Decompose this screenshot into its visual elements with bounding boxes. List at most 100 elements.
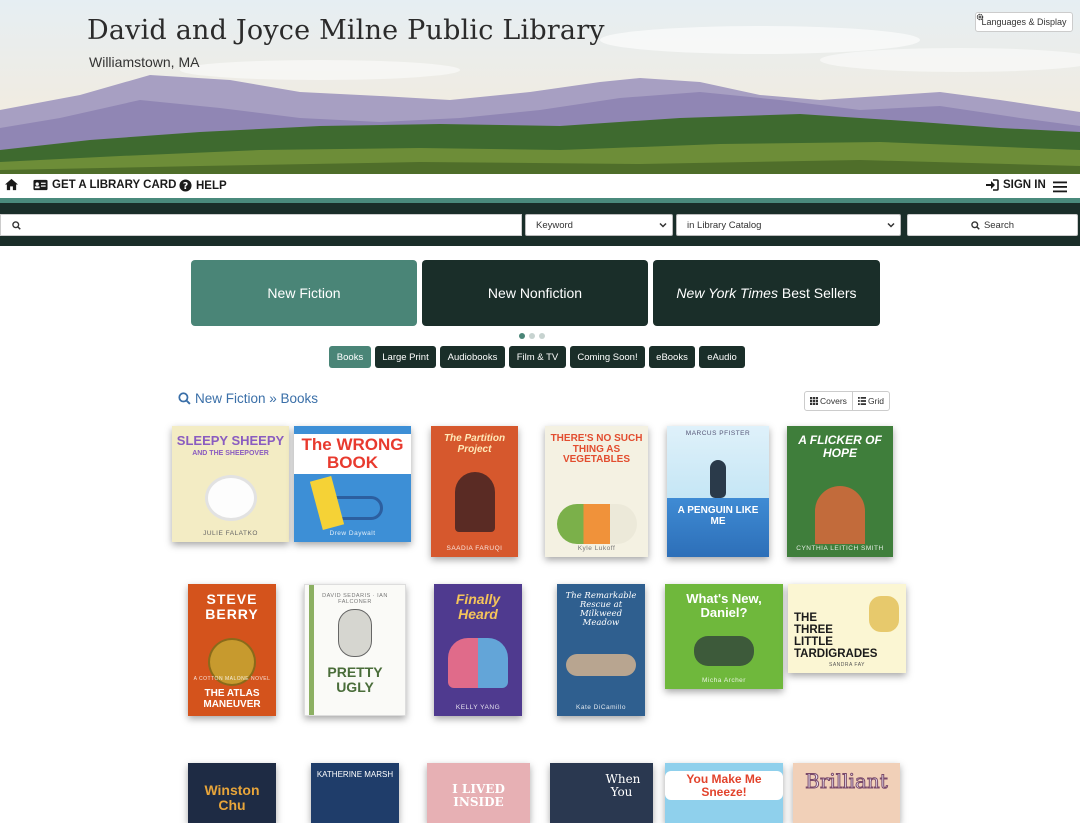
tardigrade-illustration [869, 596, 899, 632]
search-icon [971, 220, 980, 230]
view-grid-label: Grid [867, 396, 884, 406]
home-icon [5, 178, 18, 191]
category-nyt-best-sellers[interactable]: New York Times Best Sellers [653, 260, 880, 326]
format-label: eBooks [656, 351, 688, 363]
search-bar: Keyword in Library Catalog Search [0, 198, 1080, 246]
book-title: Finally Heard [455, 591, 501, 622]
category-new-nonfiction[interactable]: New Nonfiction [422, 260, 648, 326]
book-cover[interactable]: I LIVED INSIDE [427, 763, 530, 823]
languages-display-button[interactable]: Languages & Display [975, 12, 1073, 32]
format-eaudio[interactable]: eAudio [699, 346, 745, 368]
book-title: THE THREE LITTLE TARDIGRADES [794, 612, 878, 661]
category-label: New York Times Best Sellers [676, 285, 856, 301]
pager-dot-3[interactable] [539, 333, 545, 339]
book-byline: CYNTHIA LEITICH SMITH [796, 545, 884, 552]
chevron-down-icon [887, 222, 895, 228]
list-icon [857, 397, 866, 405]
search-scope-select[interactable]: in Library Catalog [676, 214, 901, 236]
book-byline: Micha Archer [702, 677, 746, 684]
sign-in-link[interactable]: SIGN IN [985, 179, 1046, 191]
book-title: STEVE BERRY [205, 591, 259, 622]
format-coming-soon[interactable]: Coming Soon! [570, 346, 645, 368]
book-byline: Kyle Lukoff [577, 545, 616, 552]
family-illustration [815, 486, 865, 544]
category-new-fiction[interactable]: New Fiction [191, 260, 417, 326]
format-label: Film & TV [516, 351, 559, 363]
book-cover[interactable]: THERE'S NO SUCH THING AS VEGETABLES Kyle… [545, 426, 648, 557]
help-circle-icon: ? [179, 179, 192, 192]
book-title: Winston Chu [204, 782, 260, 813]
view-covers-label: Covers [820, 396, 847, 406]
book-cover[interactable]: STEVE BERRY THE ATLAS MANEUVER A COTTON … [188, 584, 276, 716]
view-toggle: Covers Grid [804, 391, 890, 411]
book-title: PRETTY UGLY [327, 664, 383, 695]
view-grid-button[interactable]: Grid [851, 392, 889, 410]
penguin-illustration [710, 460, 726, 498]
languages-display-label: Languages & Display [981, 17, 1067, 27]
help-label: HELP [196, 179, 227, 192]
category-label: New Fiction [267, 285, 341, 301]
view-covers-button[interactable]: Covers [805, 392, 852, 410]
book-cover[interactable]: Brilliant [793, 763, 900, 823]
grid-icon [810, 397, 818, 405]
results-title-link[interactable]: New Fiction » Books [178, 391, 318, 406]
book-byline: SAADIA FARUQI [446, 545, 503, 552]
book-title: KATHERINE MARSH [316, 770, 394, 779]
pager-dot-2[interactable] [529, 333, 535, 339]
help-link[interactable]: ? HELP [179, 179, 227, 192]
results-title: New Fiction » Books [195, 391, 319, 406]
book-cover[interactable]: A PENGUIN LIKE ME MARCUS PFISTER [667, 426, 769, 557]
main-menu-button[interactable] [1053, 180, 1067, 198]
format-film-tv[interactable]: Film & TV [509, 346, 566, 368]
book-byline: JULIE FALATKO [203, 530, 258, 537]
format-ebooks[interactable]: eBooks [649, 346, 695, 368]
book-cover[interactable]: Winston Chu [188, 763, 276, 823]
search-input[interactable] [0, 214, 522, 236]
book-cover[interactable]: A FLICKER OF HOPE CYNTHIA LEITICH SMITH [787, 426, 893, 557]
girls-illustration [448, 638, 508, 688]
home-link[interactable] [4, 178, 19, 191]
search-button-label: Search [983, 219, 1015, 231]
book-title: The Partition Project [443, 433, 506, 455]
book-cover[interactable]: The Partition Project SAADIA FARUQI [431, 426, 518, 557]
search-scope-value: in Library Catalog [687, 219, 762, 231]
book-title: THERE'S NO SUCH THING AS VEGETABLES [550, 433, 643, 465]
book-cover[interactable]: SLEEPY SHEEPY AND THE SHEEPOVER JULIE FA… [172, 426, 289, 542]
book-cover[interactable]: You Make Me Sneeze! [665, 763, 783, 823]
format-large-print[interactable]: Large Print [375, 346, 436, 368]
format-books[interactable]: Books [329, 346, 371, 368]
book-cover[interactable]: THE THREE LITTLE TARDIGRADES SANDRA FAY [788, 584, 906, 673]
format-label: Books [336, 351, 364, 363]
book-cover[interactable]: What's New, Daniel? Micha Archer [665, 584, 783, 689]
search-type-select[interactable]: Keyword [525, 214, 673, 236]
sign-in-icon [986, 179, 999, 191]
rabbits-illustration [566, 654, 636, 676]
green-spine-stripe [309, 585, 314, 715]
book-byline: DAVID SEDARIS · IAN FALCONER [322, 593, 388, 605]
book-cover[interactable]: KATHERINE MARSH [311, 763, 399, 823]
search-icon [178, 392, 191, 405]
get-library-card-label: GET A LIBRARY CARD [52, 179, 177, 191]
book-title: Brilliant [805, 769, 889, 793]
book-cover[interactable]: DAVID SEDARIS · IAN FALCONER PRETTY UGLY [304, 584, 406, 716]
book-title: SLEEPY SHEEPY [176, 433, 285, 448]
category-pager [519, 333, 545, 339]
pager-dot-1[interactable] [519, 333, 525, 339]
book-cover[interactable]: The WRONG BOOK Drew Daywalt [294, 426, 411, 542]
format-audiobooks[interactable]: Audiobooks [440, 346, 505, 368]
book-byline: SANDRA FAY [828, 662, 866, 668]
book-cover[interactable]: Finally Heard KELLY YANG [434, 584, 522, 716]
book-title: When You [605, 772, 641, 799]
id-card-icon [33, 179, 48, 191]
top-navigation: GET A LIBRARY CARD ? HELP SIGN IN [0, 174, 1080, 198]
menu-icon [1053, 181, 1067, 193]
book-cover[interactable]: When You [550, 763, 653, 823]
book-byline: Kate DiCamillo [576, 704, 626, 711]
svg-text:?: ? [183, 181, 188, 192]
sheep-illustration [207, 478, 254, 518]
book-cover[interactable]: The Remarkable Rescue at Milkweed Meadow… [557, 584, 645, 716]
search-type-value: Keyword [536, 219, 573, 231]
get-library-card-link[interactable]: GET A LIBRARY CARD [33, 179, 176, 191]
search-button[interactable]: Search [907, 214, 1078, 236]
book-title: The WRONG BOOK [294, 434, 411, 474]
